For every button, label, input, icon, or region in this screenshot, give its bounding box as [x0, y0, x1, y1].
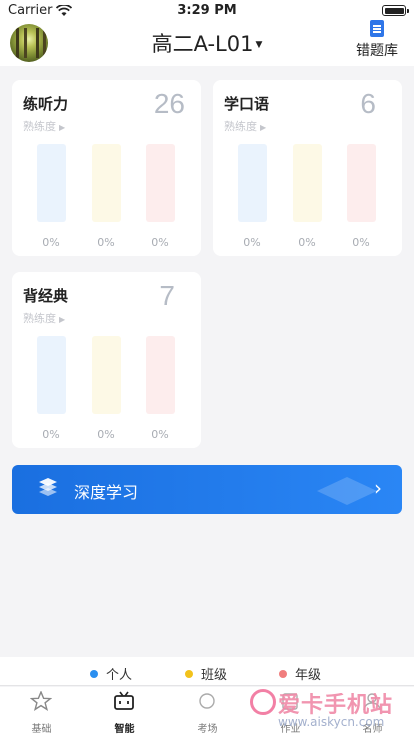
- legend-item-grade: 年级: [279, 664, 321, 683]
- percent-personal: 0%: [243, 236, 261, 249]
- bar-group: [12, 336, 201, 414]
- document-icon: [370, 20, 384, 37]
- legend-item-class: 班级: [185, 664, 227, 683]
- bar-grade: [347, 144, 376, 222]
- mistake-book-button[interactable]: 错题库: [352, 20, 402, 60]
- percent-class: 0%: [97, 236, 115, 249]
- card-count: 26: [153, 88, 185, 119]
- status-time: 3:29 PM: [177, 3, 237, 18]
- bar-personal: [37, 144, 66, 222]
- card-count: 6: [360, 88, 376, 119]
- legend-item-personal: 个人: [90, 664, 132, 683]
- triangle-right-icon: ▶: [59, 123, 66, 132]
- deep-learning-label: 深度学习: [74, 483, 139, 502]
- bar-class: [92, 144, 121, 222]
- decorative-diamond: [317, 477, 377, 505]
- bar-grade: [146, 336, 175, 414]
- bar-personal: [238, 144, 267, 222]
- chevron-right-icon: ›: [374, 476, 382, 500]
- card-count: 7: [159, 280, 175, 311]
- tv-icon: [114, 691, 134, 710]
- bar-group: [12, 144, 201, 222]
- bar-grade: [146, 144, 175, 222]
- percent-grade: 0%: [352, 236, 370, 249]
- percent-class: 0%: [298, 236, 316, 249]
- card-title: 练听力: [23, 95, 69, 113]
- dot-icon: [185, 669, 193, 678]
- percent-personal: 0%: [42, 236, 60, 249]
- card-classics[interactable]: 背经典 7 熟练度 ▶ 0% 0% 0%: [12, 272, 201, 448]
- header: 高二A-L01 ▼ 错题库: [0, 20, 414, 66]
- bar-class: [293, 144, 322, 222]
- class-name: 高二A-L01: [151, 32, 254, 56]
- triangle-right-icon: ▶: [260, 123, 267, 132]
- exam-icon: [199, 693, 215, 709]
- proficiency-label[interactable]: 熟练度 ▶: [23, 310, 65, 326]
- bar-group: [213, 144, 402, 222]
- triangle-right-icon: ▶: [59, 315, 66, 324]
- dot-icon: [90, 669, 98, 678]
- percent-grade: 0%: [151, 236, 169, 249]
- percent-class: 0%: [97, 428, 115, 441]
- deep-learning-button[interactable]: 深度学习 ›: [12, 465, 402, 514]
- status-bar: Carrier 3:29 PM: [0, 0, 414, 20]
- tab-smart[interactable]: 智能: [83, 687, 166, 736]
- watermark: 爱卡手机站 www.aiskycn.com: [248, 687, 414, 736]
- legend: 个人 班级 年级: [0, 657, 414, 686]
- tab-exam[interactable]: 考场: [166, 687, 249, 736]
- dot-icon: [279, 669, 287, 678]
- percent-grade: 0%: [151, 428, 169, 441]
- bar-class: [92, 336, 121, 414]
- bar-personal: [37, 336, 66, 414]
- tab-basic[interactable]: 基础: [0, 687, 83, 736]
- card-speaking[interactable]: 学口语 6 熟练度 ▶ 0% 0% 0%: [213, 80, 402, 256]
- star-icon: [30, 691, 52, 711]
- proficiency-label[interactable]: 熟练度 ▶: [23, 118, 65, 134]
- card-listening[interactable]: 练听力 26 熟练度 ▶ 0% 0% 0%: [12, 80, 201, 256]
- mistake-book-label: 错题库: [356, 43, 398, 59]
- battery-icon: [382, 5, 409, 16]
- caret-down-icon: ▼: [255, 40, 263, 50]
- card-title: 背经典: [23, 287, 69, 305]
- watermark-url: www.aiskycn.com: [278, 715, 385, 729]
- layers-icon: [37, 478, 59, 500]
- proficiency-label[interactable]: 熟练度 ▶: [224, 118, 266, 134]
- card-title: 学口语: [224, 95, 270, 113]
- percent-personal: 0%: [42, 428, 60, 441]
- watermark-logo-icon: [250, 689, 276, 715]
